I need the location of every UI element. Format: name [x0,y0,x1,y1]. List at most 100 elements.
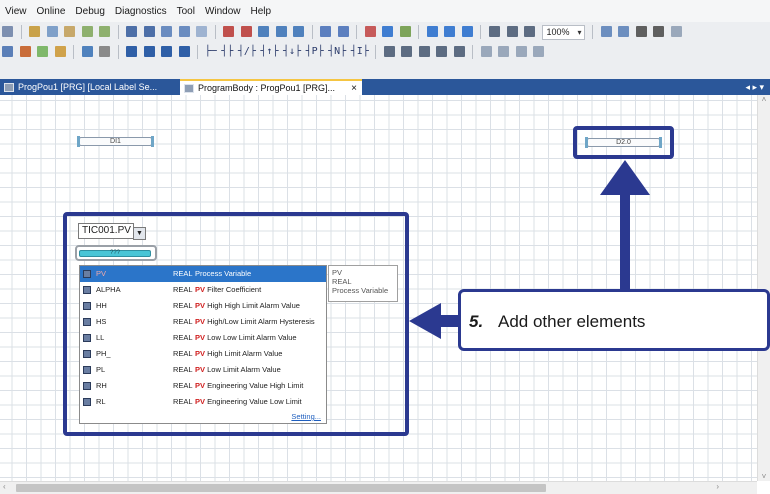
inline-st-icon[interactable] [436,46,448,57]
tab-program-body[interactable]: ProgramBody : ProgPou1 [PRG]... × [180,79,362,96]
menu-help[interactable]: Help [246,6,277,17]
step-icon[interactable] [653,26,665,37]
close-icon[interactable]: × [351,81,357,96]
ladder-falling-tool[interactable]: ┤↓├ [283,42,301,62]
label-edit-icon[interactable] [178,46,190,57]
dropdown-icon[interactable] [2,26,13,37]
zoom-in-icon[interactable] [488,26,500,37]
zoom-select[interactable]: 100% [541,25,585,40]
list-item[interactable]: PL REAL PV Low Limit Alarm Value [80,362,326,378]
label-icon[interactable] [426,26,438,37]
menu-window[interactable]: Window [200,6,246,17]
horizontal-line-icon[interactable] [480,46,492,57]
buffer-icon[interactable] [337,26,349,37]
rebuild-icon[interactable] [258,26,270,37]
paste-icon[interactable] [64,26,76,37]
scroll-left-icon[interactable]: ‹ [3,482,6,491]
cut-icon[interactable] [29,26,41,37]
undo-icon[interactable] [81,26,93,37]
ladder-negative-pulse-tool[interactable]: ┤N├ [328,42,346,62]
tab-navigation-arrows[interactable]: ◂ ▸ ▾ [745,79,764,95]
cross-reference-icon[interactable] [382,26,394,37]
route-icon[interactable] [533,46,545,57]
convert-icon[interactable] [223,26,235,37]
statement-icon[interactable] [461,26,473,37]
list-item[interactable]: PV REAL Process Variable [80,266,326,282]
menu-view[interactable]: View [0,6,32,17]
dropdown-arrow-button[interactable]: ▼ [133,227,146,240]
vertical-line-icon[interactable] [498,46,510,57]
verify-icon[interactable] [196,26,208,37]
comment-icon[interactable] [444,26,456,37]
stop-icon[interactable] [635,26,647,37]
window-icon[interactable] [600,26,612,37]
item-name: PV [96,269,107,278]
menu-diagnostics[interactable]: Diagnostics [110,6,172,17]
device-icon[interactable] [320,26,332,37]
delete-line-icon[interactable] [515,46,527,57]
coil-icon[interactable] [383,46,395,57]
label-icon [83,334,91,342]
operand-placeholder[interactable]: ??? [79,250,151,257]
vertical-scrollbar[interactable]: ˄ ˅ [757,95,770,481]
ladder-line-tool[interactable]: ├─ [205,42,217,62]
device-list-icon[interactable] [399,26,411,37]
open-icon[interactable] [19,46,31,57]
ladder-rising-tool[interactable]: ┤↑├ [260,42,278,62]
convert-all-icon[interactable] [240,26,252,37]
scroll-down-icon[interactable]: ˅ [758,472,770,481]
monitor-icon[interactable] [126,26,138,37]
scroll-up-icon[interactable]: ˄ [758,95,770,104]
search-device-icon[interactable] [364,26,376,37]
scroll-thumb[interactable] [16,484,546,492]
setting-link[interactable]: Setting... [291,412,321,421]
table-icon[interactable] [161,46,173,57]
fbd-icon[interactable] [126,46,138,57]
list-item[interactable]: HS REAL PV High/Low Limit Alarm Hysteres… [80,314,326,330]
read-plc-icon[interactable] [178,26,190,37]
copy-icon[interactable] [46,26,58,37]
menu-online[interactable]: Online [32,6,71,17]
io-icon[interactable] [670,26,682,37]
list-item[interactable]: RL REAL PV Engineering Value Low Limit [80,394,326,410]
tab-local-label[interactable]: ProgPou1 [PRG] [Local Label Se... [0,80,196,95]
item-type: REAL [173,333,193,342]
menu-debug[interactable]: Debug [70,6,109,17]
list-item[interactable]: RH REAL PV Engineering Value High Limit [80,378,326,394]
menu-tool[interactable]: Tool [172,6,200,17]
item-name: RH [96,381,107,390]
ladder-invert-tool[interactable]: ┤I├ [351,42,369,62]
function-icon[interactable] [401,46,413,57]
contact-di1[interactable]: DI1 [77,136,154,147]
jump-icon[interactable] [453,46,465,57]
list-item[interactable]: HH REAL PV High High Limit Alarm Value [80,298,326,314]
fb-icon[interactable] [418,46,430,57]
program-icon[interactable] [81,46,93,57]
ladder-block-icon[interactable] [143,46,155,57]
autocomplete-list[interactable]: PV REAL Process Variable ALPHA REAL PV F… [79,265,327,424]
list-item[interactable]: ALPHA REAL PV Filter Coefficient [80,282,326,298]
block-icon[interactable] [99,46,111,57]
item-type: REAL [173,285,193,294]
wizard-icon[interactable] [54,46,66,57]
variable-input[interactable]: TIC001.PV [78,223,134,239]
module-icon[interactable] [37,46,49,57]
list-item[interactable]: LL REAL PV Low Low Limit Alarm Value [80,330,326,346]
zoom-out-icon[interactable] [506,26,518,37]
run-icon[interactable] [618,26,630,37]
monitor-write-icon[interactable] [143,26,155,37]
item-type: REAL [173,349,193,358]
ladder-open-contact-tool[interactable]: ┤├ [221,42,233,62]
simulate-icon[interactable] [293,26,305,37]
project-icon[interactable] [2,46,13,57]
zoom-fit-icon[interactable] [524,26,536,37]
contact-d2-0[interactable]: D2.0 [585,137,662,148]
ladder-closed-contact-tool[interactable]: ┤/├ [238,42,256,62]
online-change-icon[interactable] [275,26,287,37]
horizontal-scrollbar[interactable]: ‹ › [0,481,757,494]
redo-icon[interactable] [99,26,111,37]
ladder-pulse-tool[interactable]: ┤P├ [306,42,324,62]
list-item[interactable]: PH_ REAL PV High Limit Alarm Value [80,346,326,362]
write-plc-icon[interactable] [161,26,173,37]
scroll-right-icon[interactable]: › [716,482,719,491]
